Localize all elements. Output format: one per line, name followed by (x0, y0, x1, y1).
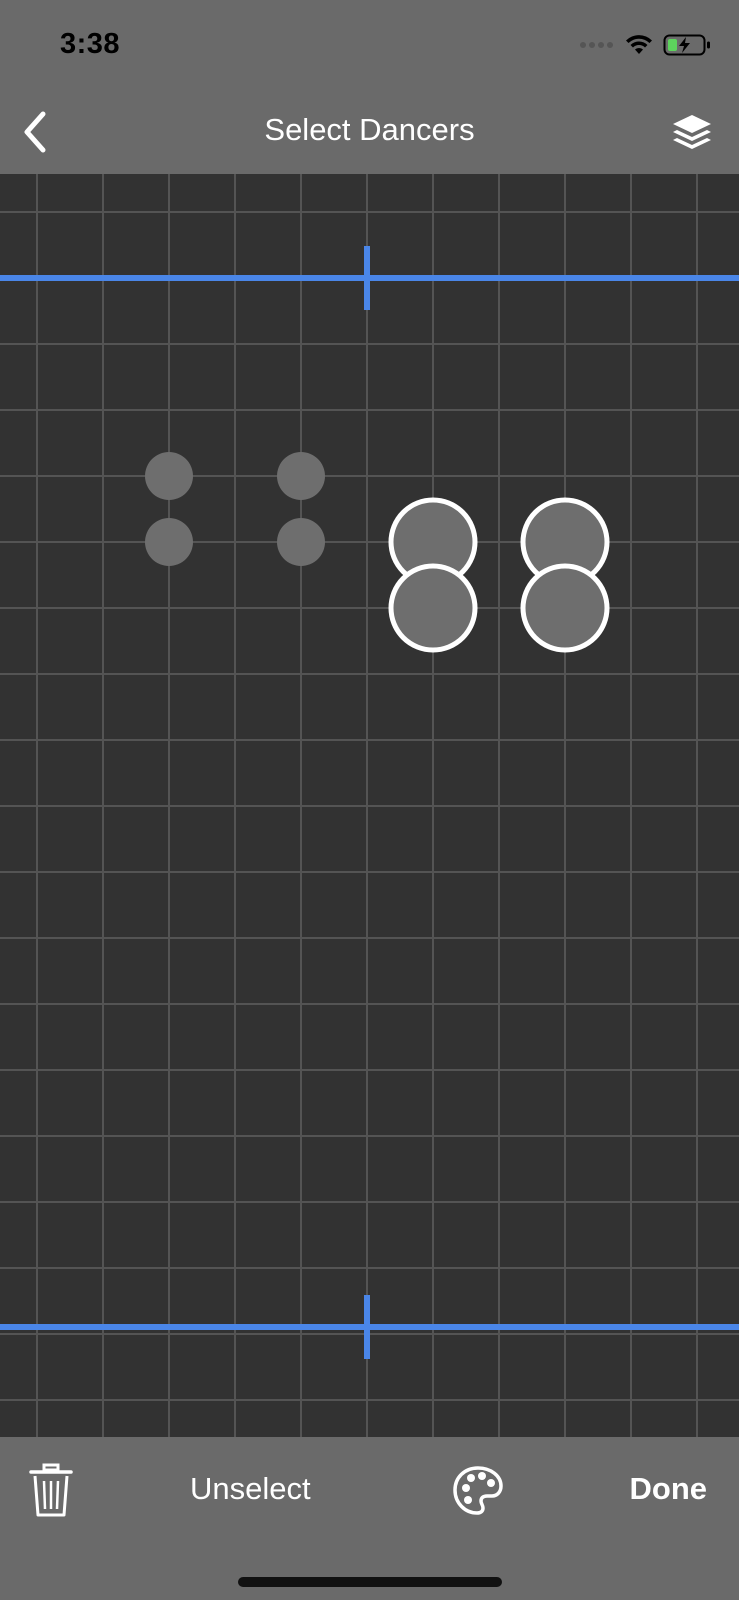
dancer-unselected[interactable] (145, 452, 193, 500)
dancer-unselected[interactable] (277, 452, 325, 500)
status-bar: 3:38 (0, 0, 739, 90)
page-title: Select Dancers (264, 112, 475, 147)
dancer-selected[interactable] (388, 563, 478, 653)
trash-icon (29, 1463, 73, 1517)
done-button[interactable]: Done (630, 1471, 708, 1507)
dancer-selected[interactable] (520, 563, 610, 653)
dancer-unselected[interactable] (145, 518, 193, 566)
signal-icon (580, 42, 613, 48)
nav-bar: Select Dancers (0, 90, 739, 174)
palette-icon (453, 1466, 503, 1515)
layers-icon (673, 115, 711, 149)
dancer-unselected[interactable] (277, 518, 325, 566)
status-icons (579, 32, 711, 58)
status-time: 3:38 (60, 28, 121, 60)
unselect-button[interactable]: Unselect (190, 1471, 311, 1507)
grid-lines (0, 174, 739, 1437)
wifi-icon (626, 35, 652, 54)
home-indicator (238, 1577, 502, 1587)
stage-markers (0, 246, 739, 1359)
stage-grid[interactable] (0, 174, 739, 1437)
layers-button[interactable] (667, 108, 717, 158)
dancers[interactable] (145, 452, 610, 653)
stage-canvas[interactable] (0, 174, 739, 1437)
color-button[interactable] (452, 1465, 504, 1517)
battery-charging-icon (663, 34, 710, 56)
delete-button[interactable] (28, 1463, 74, 1519)
bottom-toolbar: Unselect Done (0, 1437, 739, 1600)
